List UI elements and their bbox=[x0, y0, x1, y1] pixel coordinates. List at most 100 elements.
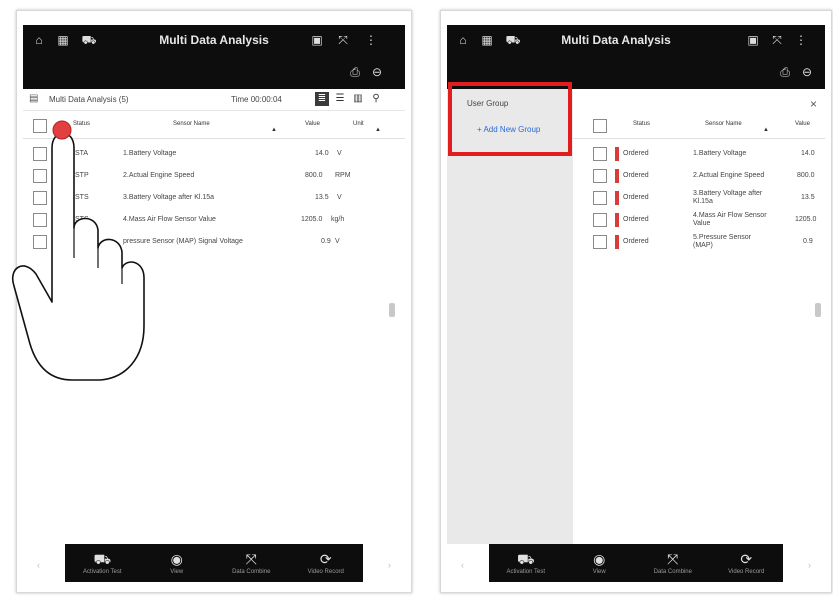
screen-icon[interactable]: ▣ bbox=[745, 33, 761, 47]
exit-icon[interactable]: ⊖ bbox=[369, 65, 385, 79]
row-value: 0.9 bbox=[803, 238, 813, 245]
print-icon[interactable]: ⎙ bbox=[777, 65, 793, 79]
data-screen: User Group + Add New Group × Status Sens… bbox=[447, 89, 825, 544]
list-view-icon[interactable]: ≣ bbox=[315, 92, 329, 106]
expand-icon[interactable]: ⤧ bbox=[335, 33, 351, 47]
row-unit: V bbox=[337, 150, 342, 157]
side-drawer-handle[interactable] bbox=[815, 303, 821, 317]
row-checkbox[interactable] bbox=[593, 147, 607, 161]
row-checkbox[interactable] bbox=[593, 169, 607, 183]
sort-icon[interactable]: ▲ bbox=[763, 127, 769, 133]
activation-test-button[interactable]: ⛟ Activation Test bbox=[72, 551, 132, 575]
table-row[interactable]: Ordered 5.Pressure Sensor (MAP) 0.9 bbox=[573, 231, 825, 253]
filter-icon[interactable]: ☰ bbox=[333, 92, 347, 106]
row-sensor-name: 2.Actual Engine Speed bbox=[693, 172, 765, 179]
previous-page-icon[interactable]: ‹ bbox=[37, 560, 40, 570]
next-page-icon[interactable]: › bbox=[388, 560, 391, 570]
eye-icon: ◉ bbox=[593, 551, 606, 567]
data-combine-button[interactable]: ⤧ Data Combine bbox=[643, 551, 703, 575]
highlight-box bbox=[448, 82, 572, 156]
table-row[interactable]: Ordered 2.Actual Engine Speed 800.0 bbox=[573, 165, 825, 187]
user-group-panel: User Group + Add New Group bbox=[447, 89, 573, 544]
row-checkbox[interactable] bbox=[593, 235, 607, 249]
row-value: 14.0 bbox=[801, 150, 815, 157]
previous-page-icon[interactable]: ‹ bbox=[461, 560, 464, 570]
print-icon[interactable]: ⎙ bbox=[347, 65, 363, 79]
sort-icon[interactable]: ▲ bbox=[271, 127, 277, 133]
activation-test-button[interactable]: ⛟ Activation Test bbox=[496, 551, 556, 575]
car-icon: ⛟ bbox=[93, 551, 112, 567]
row-sensor-name: 1.Battery Voltage bbox=[693, 150, 747, 157]
column-value: Value bbox=[795, 121, 810, 127]
row-value: 1205.0 bbox=[795, 216, 817, 223]
rotate-icon: ⟳ bbox=[740, 551, 753, 567]
side-drawer-handle[interactable] bbox=[389, 303, 395, 317]
row-sensor-name: 4.Mass Air Flow Sensor Value bbox=[693, 212, 767, 227]
status-marker bbox=[615, 235, 619, 249]
row-status: Ordered bbox=[623, 172, 649, 179]
status-marker bbox=[615, 213, 619, 227]
status-marker bbox=[615, 191, 619, 205]
column-status: Status bbox=[633, 121, 651, 127]
exit-icon[interactable]: ⊖ bbox=[799, 65, 815, 79]
row-value: 1205.0 bbox=[301, 216, 323, 223]
row-sensor-name: 5.Pressure Sensor (MAP) bbox=[693, 234, 751, 249]
row-value: 13.5 bbox=[315, 194, 329, 201]
row-sensor-name: 3.Battery Voltage after Kl.15a bbox=[693, 190, 763, 205]
table-row[interactable]: Ordered 4.Mass Air Flow Sensor Value 120… bbox=[573, 209, 825, 231]
row-checkbox[interactable] bbox=[593, 191, 607, 205]
table-header: Status Sensor Name ▲ Value bbox=[573, 113, 825, 139]
graph-view-icon[interactable]: ▥ bbox=[351, 92, 365, 106]
data-combine-button[interactable]: ⤧ Data Combine bbox=[221, 551, 281, 575]
page-title: Multi Data Analysis bbox=[561, 33, 671, 47]
row-status: Ordered bbox=[623, 150, 649, 157]
more-icon[interactable]: ⋮ bbox=[363, 33, 379, 47]
next-page-icon[interactable]: › bbox=[808, 560, 811, 570]
top-bar: ⌂ ▦ ⛟ Multi Data Analysis ▣ ⤧ ⋮ ⎙ ⊖ bbox=[447, 25, 825, 89]
row-value: 13.5 bbox=[801, 194, 815, 201]
table-row[interactable]: Ordered 3.Battery Voltage after Kl.15a 1… bbox=[573, 187, 825, 209]
row-value: 0.9 bbox=[321, 238, 331, 245]
close-icon[interactable]: × bbox=[810, 97, 817, 111]
column-unit: Unit bbox=[353, 121, 364, 127]
expand-icon: ⤧ bbox=[245, 551, 257, 567]
row-status: Ordered bbox=[623, 238, 649, 245]
row-value: 800.0 bbox=[305, 172, 323, 179]
view-button[interactable]: ◉ View bbox=[569, 551, 629, 575]
elapsed-time: Time 00:00:04 bbox=[231, 95, 282, 104]
bottom-toolbar: ⛟ Activation Test ◉ View ⤧ Data Combine … bbox=[65, 544, 363, 582]
video-record-button[interactable]: ⟳ Video Record bbox=[296, 551, 356, 575]
top-bar: ⌂ ▦ ⛟ Multi Data Analysis ▣ ⤧ ⋮ ⎙ ⊖ bbox=[23, 25, 405, 89]
search-icon[interactable]: ⚲ bbox=[369, 92, 383, 106]
video-record-button[interactable]: ⟳ Video Record bbox=[716, 551, 776, 575]
expand-icon: ⤧ bbox=[667, 551, 679, 567]
row-unit: RPM bbox=[335, 172, 351, 179]
select-all-checkbox[interactable] bbox=[593, 119, 607, 133]
status-marker bbox=[615, 169, 619, 183]
column-sensor-name: Sensor Name bbox=[173, 121, 210, 127]
screen-icon[interactable]: ▣ bbox=[309, 33, 325, 47]
eye-icon: ◉ bbox=[170, 551, 183, 567]
sort-icon[interactable]: ▲ bbox=[375, 127, 381, 133]
row-value: 14.0 bbox=[315, 150, 329, 157]
bottom-toolbar: ⛟ Activation Test ◉ View ⤧ Data Combine … bbox=[489, 544, 783, 582]
list-title: Multi Data Analysis (5) bbox=[49, 95, 129, 104]
view-button[interactable]: ◉ View bbox=[147, 551, 207, 575]
more-icon[interactable]: ⋮ bbox=[793, 33, 809, 47]
grid-icon: ▤ bbox=[29, 93, 39, 104]
table-row[interactable]: Ordered 1.Battery Voltage 14.0 bbox=[573, 143, 825, 165]
car-icon: ⛟ bbox=[516, 551, 535, 567]
row-status: Ordered bbox=[623, 216, 649, 223]
row-status: Ordered bbox=[623, 194, 649, 201]
tap-gesture-hand-icon bbox=[11, 120, 145, 381]
row-value: 800.0 bbox=[797, 172, 815, 179]
row-unit: V bbox=[337, 194, 342, 201]
status-marker bbox=[615, 147, 619, 161]
column-value: Value bbox=[305, 121, 320, 127]
row-unit: V bbox=[335, 238, 340, 245]
row-checkbox[interactable] bbox=[593, 213, 607, 227]
expand-icon[interactable]: ⤧ bbox=[769, 33, 785, 47]
row-unit: kg/h bbox=[331, 216, 345, 223]
column-sensor-name: Sensor Name bbox=[705, 121, 742, 127]
rotate-icon: ⟳ bbox=[319, 551, 332, 567]
